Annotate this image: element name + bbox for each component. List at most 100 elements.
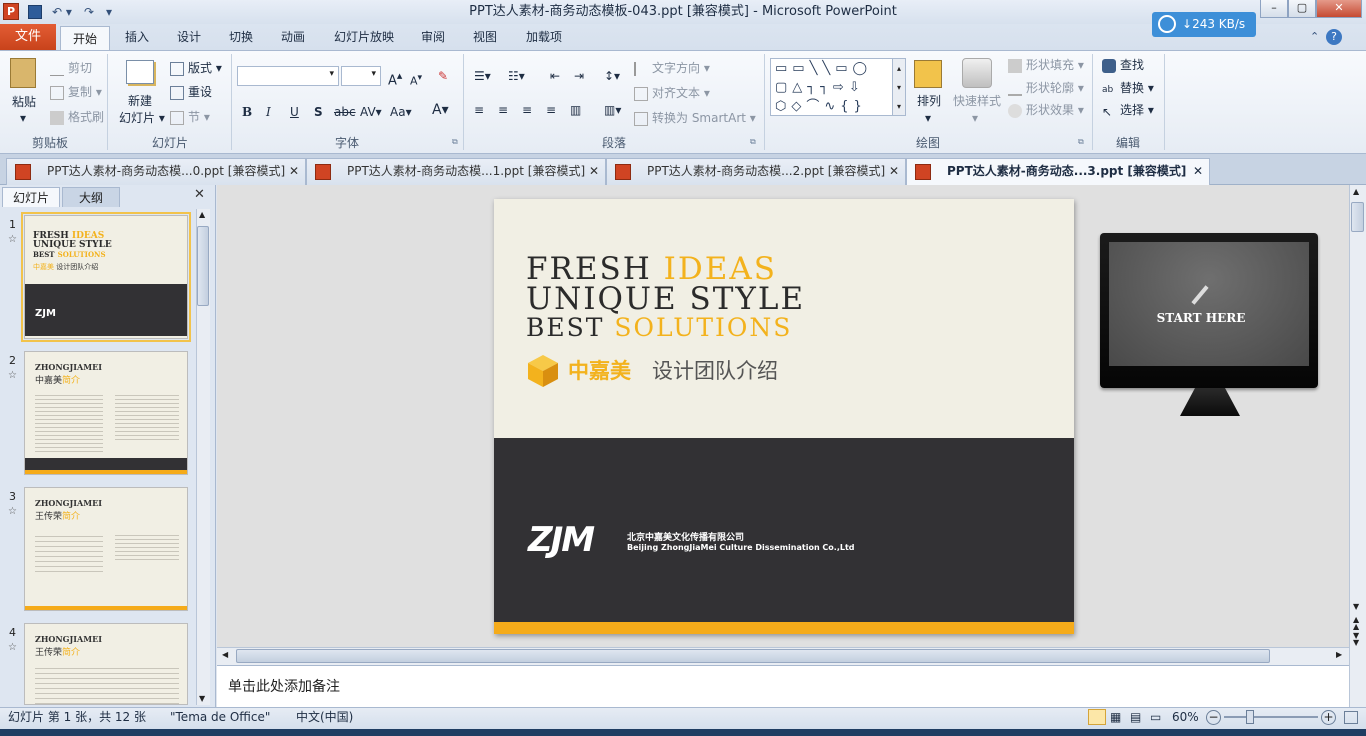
previous-slide-icon[interactable]: ▲ ▲ xyxy=(1353,616,1359,631)
shape-outline-button[interactable]: 形状轮廓 ▾ xyxy=(1008,80,1084,96)
arrange-dropdown-icon[interactable]: ▾ xyxy=(925,110,931,126)
slide-thumbnail-3[interactable]: ZHONGJIAMEI 王传荣简介 xyxy=(24,487,188,611)
zoom-slider-thumb[interactable] xyxy=(1246,710,1254,724)
arrange-button[interactable]: 排列 xyxy=(917,93,941,109)
paste-button[interactable]: 粘贴 xyxy=(12,94,36,110)
maximize-button[interactable]: ▢ xyxy=(1288,0,1316,18)
close-pane-icon[interactable]: ✕ xyxy=(194,187,205,202)
close-tab-icon[interactable]: ✕ xyxy=(889,159,899,184)
align-center-button[interactable]: ≡ xyxy=(498,102,508,118)
shadow-button[interactable]: S xyxy=(314,104,323,120)
scroll-down-icon[interactable]: ▼ xyxy=(1353,602,1359,611)
tab-design[interactable]: 设计 xyxy=(168,24,210,50)
scroll-left-icon[interactable]: ◀ xyxy=(222,650,228,659)
strikethrough-button[interactable]: abc xyxy=(334,104,356,120)
slide-thumbnail-2[interactable]: ZHONGJIAMEI 中嘉美简介 xyxy=(24,351,188,475)
replace-button[interactable]: ab 替换 ▾ xyxy=(1102,80,1154,96)
convert-smartart-button[interactable]: 转换为 SmartArt ▾ xyxy=(634,110,756,126)
pane-scroll-thumb[interactable] xyxy=(197,226,209,306)
doc-tab[interactable]: PPT达人素材-商务动态模...2.ppt [兼容模式] ✕ xyxy=(606,158,906,185)
font-dialog-launcher-icon[interactable]: ⧉ xyxy=(452,137,458,147)
font-name-combo[interactable]: ▾ xyxy=(237,66,339,86)
text-direction-button[interactable]: 文字方向 ▾ xyxy=(634,60,710,76)
tab-transitions[interactable]: 切换 xyxy=(220,24,262,50)
paragraph-dialog-launcher-icon[interactable]: ⧉ xyxy=(750,137,756,147)
notes-placeholder[interactable]: 单击此处添加备注 xyxy=(228,676,340,696)
theme-status[interactable]: "Tema de Office" xyxy=(170,707,270,729)
vertical-scroll-thumb[interactable] xyxy=(1351,202,1364,232)
font-size-combo[interactable]: ▾ xyxy=(341,66,381,86)
bullets-button[interactable]: ☰▾ xyxy=(474,68,491,84)
paste-icon[interactable] xyxy=(10,58,36,88)
layout-button[interactable]: 版式 ▾ xyxy=(170,60,222,76)
close-tab-icon[interactable]: ✕ xyxy=(289,159,299,184)
minimize-ribbon-icon[interactable]: ⌃ xyxy=(1310,30,1319,43)
help-icon[interactable]: ? xyxy=(1326,29,1342,45)
tab-outline-pane[interactable]: 大纲 xyxy=(62,187,120,207)
cut-button[interactable]: 剪切 xyxy=(50,60,92,76)
drawing-dialog-launcher-icon[interactable]: ⧉ xyxy=(1078,137,1084,147)
char-spacing-button[interactable]: AV▾ xyxy=(360,104,382,120)
scroll-right-icon[interactable]: ▶ xyxy=(1336,650,1342,659)
section-button[interactable]: 节 ▾ xyxy=(170,109,210,125)
tab-home[interactable]: 开始 xyxy=(60,26,110,52)
shapes-gallery[interactable]: ▭▭╲╲▭◯ ▢△┐┐⇨⇩ ⬡◇⌒∿{} xyxy=(770,58,906,116)
format-painter-button[interactable]: 格式刷 xyxy=(50,109,104,125)
notes-pane[interactable] xyxy=(217,665,1349,707)
tab-addins[interactable]: 加载项 xyxy=(518,24,570,50)
align-right-button[interactable]: ≡ xyxy=(522,102,532,118)
quick-styles-button[interactable]: 快速样式 xyxy=(953,93,1001,109)
new-slide-dropdown[interactable]: 幻灯片 ▾ xyxy=(119,110,165,126)
doc-tab[interactable]: PPT达人素材-商务动态模...0.ppt [兼容模式] ✕ xyxy=(6,158,306,185)
slide-thumbnail-1[interactable]: FRESH IDEAS UNIQUE STYLE BEST SOLUTIONS … xyxy=(21,212,191,342)
line-spacing-button[interactable]: ↕▾ xyxy=(604,68,620,84)
horizontal-scroll-thumb[interactable] xyxy=(236,649,1270,663)
tab-insert[interactable]: 插入 xyxy=(116,24,158,50)
close-tab-icon[interactable]: ✕ xyxy=(1193,159,1203,184)
select-button[interactable]: ↖ 选择 ▾ xyxy=(1102,102,1154,119)
distributed-button[interactable]: ▥ xyxy=(570,102,581,118)
doc-tab[interactable]: PPT达人素材-商务动态模...1.ppt [兼容模式] ✕ xyxy=(306,158,606,185)
fit-to-window-icon[interactable] xyxy=(1344,711,1358,724)
arrange-icon[interactable] xyxy=(914,60,942,88)
paste-dropdown-icon[interactable]: ▾ xyxy=(20,110,26,126)
increase-indent-button[interactable]: ⇥ xyxy=(574,68,584,84)
clear-format-icon[interactable]: ✎ xyxy=(438,68,448,84)
minimize-button[interactable]: – xyxy=(1260,0,1288,18)
tab-view[interactable]: 视图 xyxy=(464,24,506,50)
close-tab-icon[interactable]: ✕ xyxy=(589,159,599,184)
tab-animations[interactable]: 动画 xyxy=(272,24,314,50)
change-case-button[interactable]: Aa▾ xyxy=(390,104,412,120)
justify-button[interactable]: ≡ xyxy=(546,102,556,118)
quick-styles-icon[interactable] xyxy=(962,58,992,88)
zoom-in-icon[interactable]: + xyxy=(1321,710,1336,725)
close-window-button[interactable]: ✕ xyxy=(1316,0,1362,18)
slide-sorter-icon[interactable]: ▦ xyxy=(1110,707,1121,729)
bold-button[interactable]: B xyxy=(242,104,252,120)
numbering-button[interactable]: ☷▾ xyxy=(508,68,525,84)
scroll-up-icon[interactable]: ▲ xyxy=(1353,187,1359,196)
columns-button[interactable]: ▥▾ xyxy=(604,102,621,118)
tab-review[interactable]: 审阅 xyxy=(412,24,454,50)
copy-button[interactable]: 复制 ▾ xyxy=(50,84,102,100)
language-status[interactable]: 中文(中国) xyxy=(296,707,353,729)
new-slide-button[interactable]: 新建 xyxy=(128,93,152,109)
scroll-up-icon[interactable]: ▲ xyxy=(199,210,205,219)
zoom-slider[interactable] xyxy=(1224,716,1318,718)
next-slide-icon[interactable]: ▼ ▼ xyxy=(1353,632,1359,647)
normal-view-icon[interactable] xyxy=(1088,709,1106,725)
zoom-out-icon[interactable]: − xyxy=(1206,710,1221,725)
new-slide-icon[interactable] xyxy=(126,60,154,84)
grow-font-button[interactable]: A▴ xyxy=(388,68,402,89)
quick-styles-dropdown-icon[interactable]: ▾ xyxy=(972,110,978,126)
tab-slides-pane[interactable]: 幻灯片 xyxy=(2,187,60,207)
tab-file[interactable]: 文件 xyxy=(0,24,56,50)
reading-view-icon[interactable]: ▤ xyxy=(1130,707,1141,729)
underline-button[interactable]: U xyxy=(290,104,299,120)
italic-button[interactable]: I xyxy=(266,104,271,120)
reset-button[interactable]: 重设 xyxy=(170,84,212,100)
find-button[interactable]: 查找 xyxy=(1102,57,1144,73)
shapes-gallery-scroll[interactable]: ▴ ▾ ▾ xyxy=(892,58,906,116)
shape-fill-button[interactable]: 形状填充 ▾ xyxy=(1008,57,1084,73)
align-left-button[interactable]: ≡ xyxy=(474,102,484,118)
